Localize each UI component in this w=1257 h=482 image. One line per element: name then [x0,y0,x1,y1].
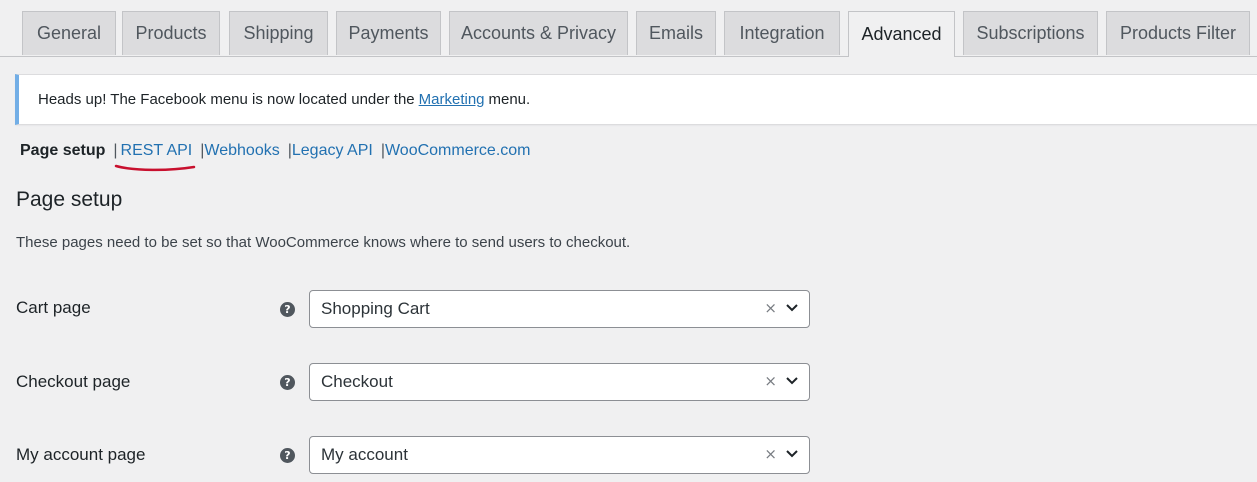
subnav-rest-api[interactable]: REST API [121,142,193,160]
help-icon[interactable]: ? [280,302,295,317]
tab-shipping[interactable]: Shipping [229,11,328,55]
tab-products-filter[interactable]: Products Filter [1106,11,1250,55]
page-title: Page setup [16,188,123,211]
my-account-page-value: My account [321,445,408,464]
subnav-woocommerce-com[interactable]: WooCommerce.com [385,142,531,160]
subnav-page-setup[interactable]: Page setup [20,142,105,160]
chevron-down-icon [786,450,798,458]
tab-payments[interactable]: Payments [336,11,441,55]
help-icon[interactable]: ? [280,375,295,390]
advanced-subnav: Page setup | REST API | Webhooks | Legac… [20,140,531,162]
cart-page-value: Shopping Cart [321,299,430,318]
notice-text-end: menu. [488,91,531,108]
notice-text: Heads up! The Facebook menu is now locat… [38,91,415,108]
tab-advanced[interactable]: Advanced [848,11,955,57]
tab-accounts-privacy[interactable]: Accounts & Privacy [449,11,628,55]
my-account-page-label: My account page [16,445,146,464]
cart-page-select[interactable]: Shopping Cart × [309,290,810,328]
clear-icon[interactable]: × [764,299,777,317]
tab-products[interactable]: Products [122,11,220,55]
tab-subscriptions[interactable]: Subscriptions [963,11,1098,55]
subnav-separator: | [113,142,118,159]
chevron-down-icon [786,377,798,385]
section-description: These pages need to be set so that WooCo… [16,234,631,251]
clear-icon[interactable]: × [764,445,777,463]
facebook-menu-notice: Heads up! The Facebook menu is now locat… [15,74,1257,125]
checkout-page-select[interactable]: Checkout × [309,363,810,401]
tab-general[interactable]: General [22,11,116,55]
subnav-webhooks[interactable]: Webhooks [204,142,279,160]
chevron-down-icon [786,304,798,312]
settings-tabs: General Products Shipping Payments Accou… [0,0,1257,57]
subnav-legacy-api[interactable]: Legacy API [292,142,373,160]
rest-api-highlight-underline [114,164,196,172]
help-icon[interactable]: ? [280,448,295,463]
cart-page-label: Cart page [16,298,91,317]
tab-emails[interactable]: Emails [636,11,716,55]
tab-integration[interactable]: Integration [724,11,840,55]
marketing-link[interactable]: Marketing [419,91,485,108]
clear-icon[interactable]: × [764,372,777,390]
checkout-page-label: Checkout page [16,372,131,391]
my-account-page-select[interactable]: My account × [309,436,810,474]
checkout-page-value: Checkout [321,372,393,391]
